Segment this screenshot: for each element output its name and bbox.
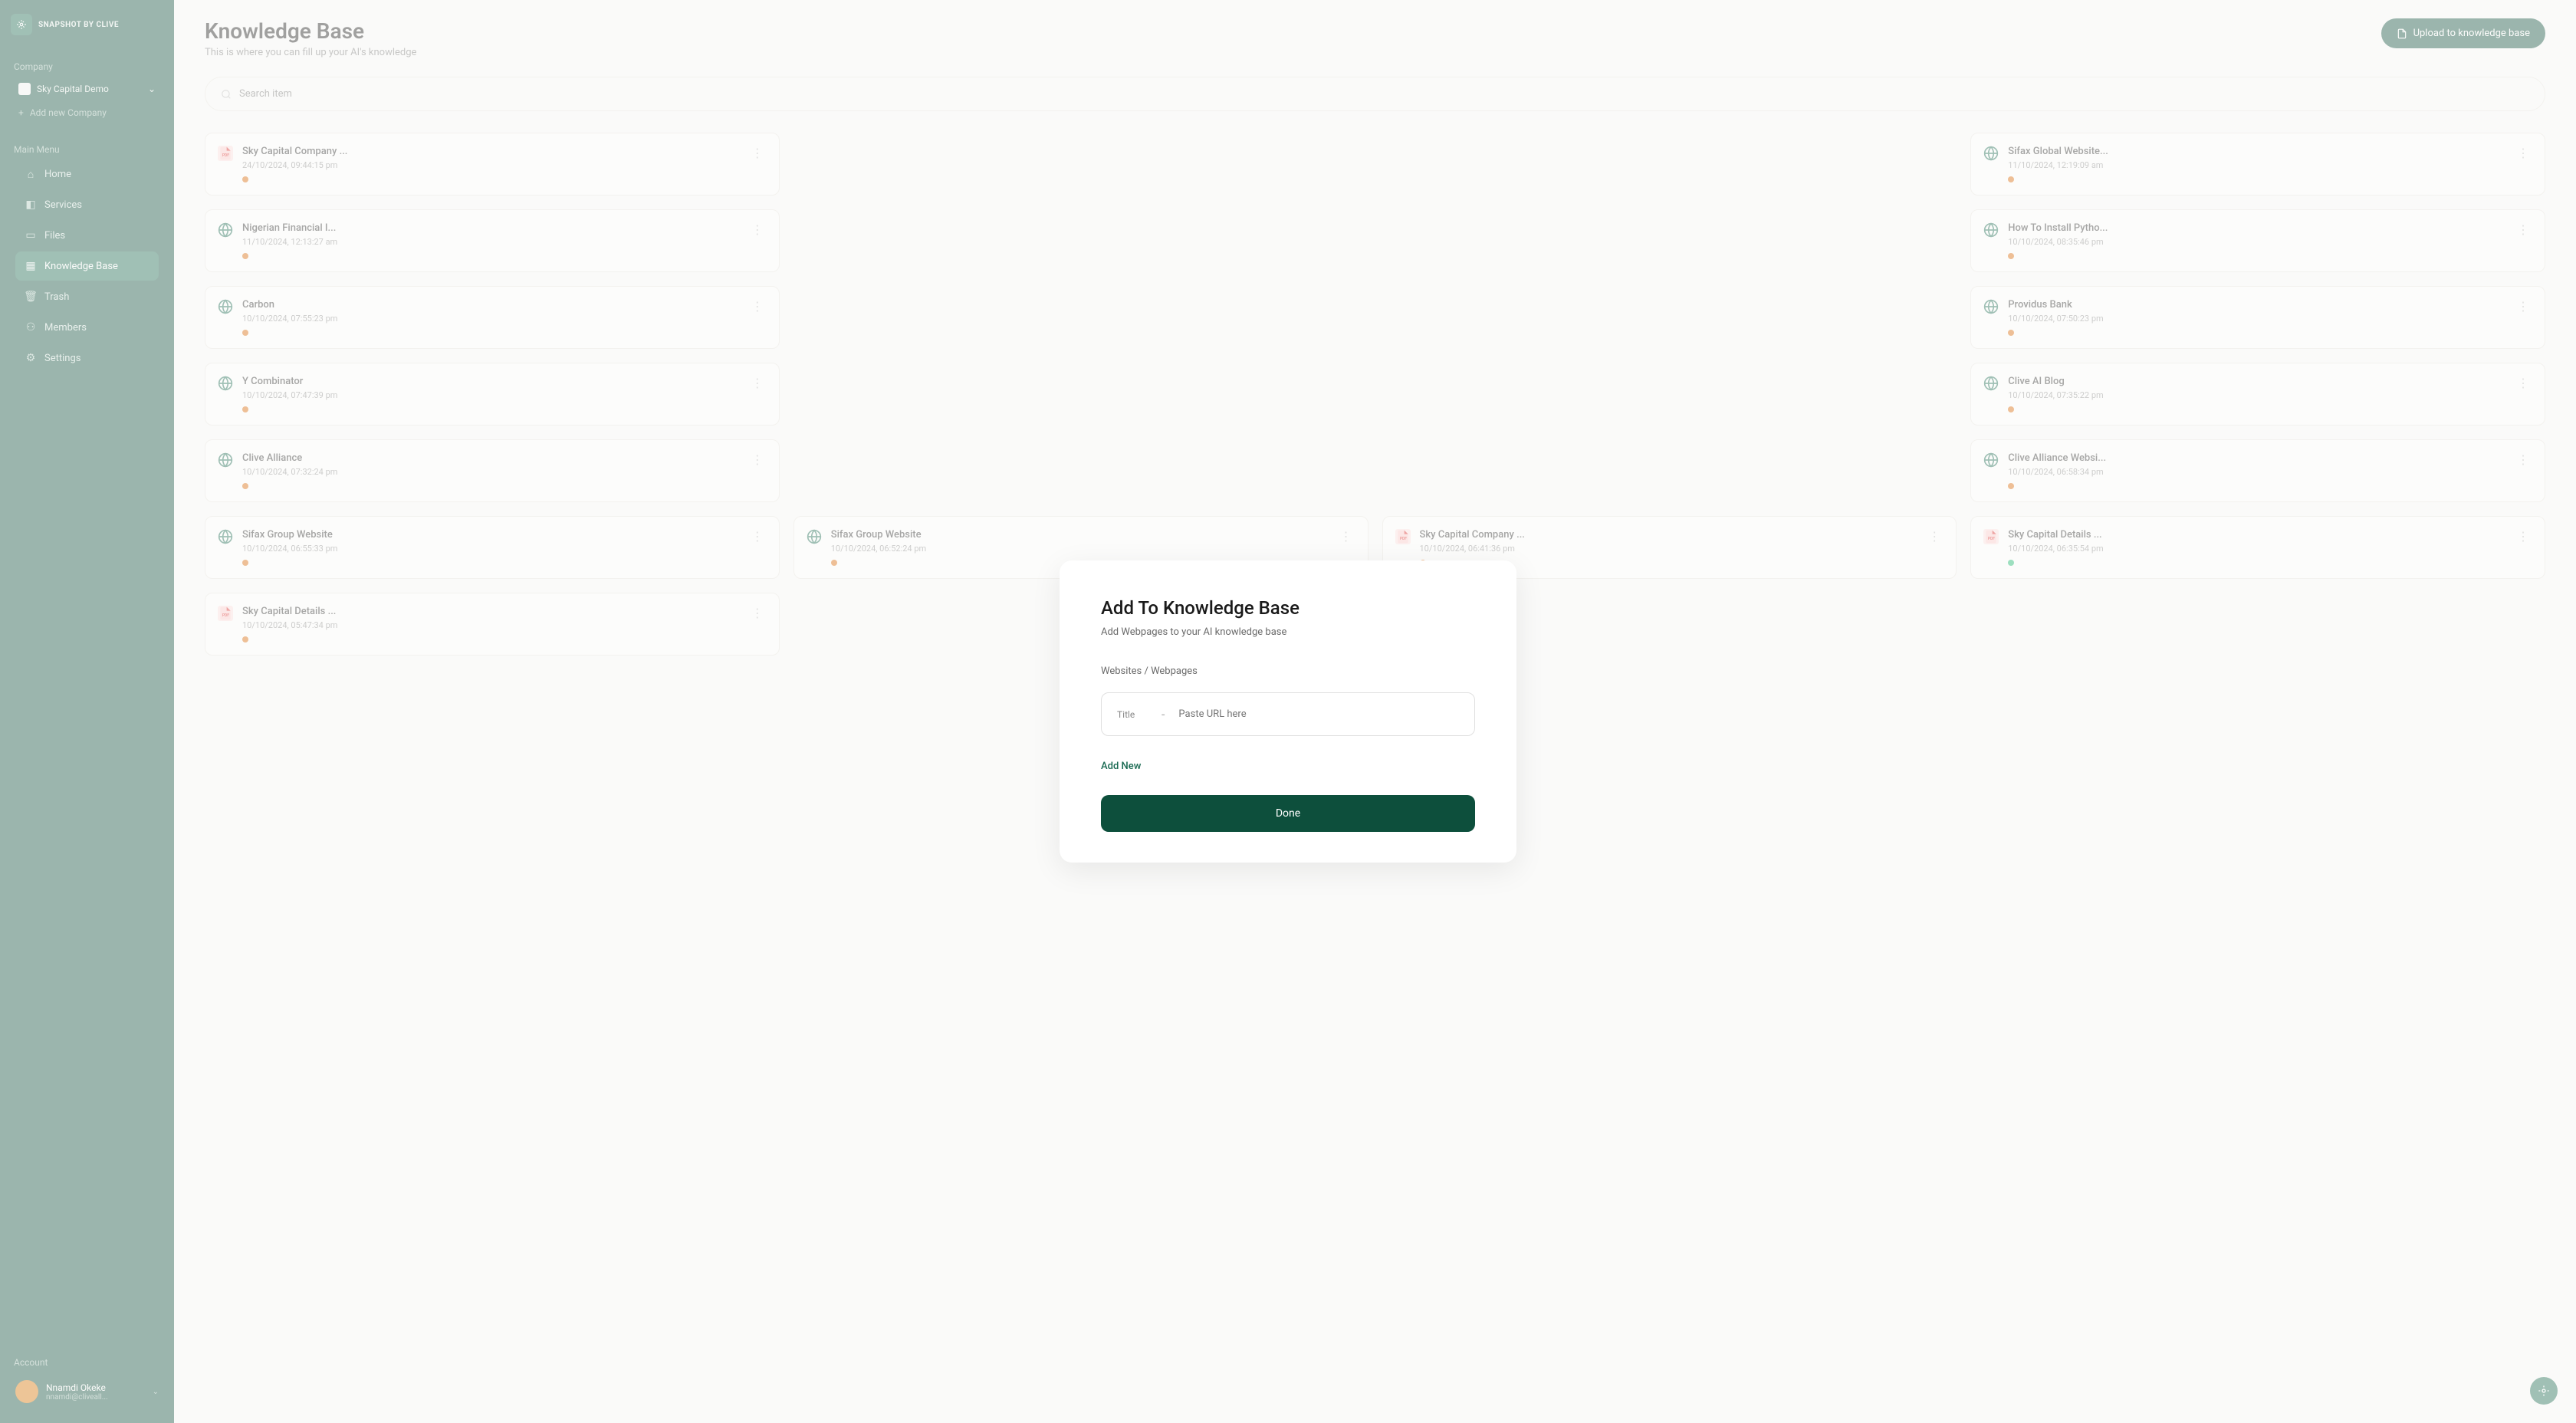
modal-overlay[interactable]: Add To Knowledge Base Add Webpages to yo… <box>0 0 2576 1423</box>
url-input-row: Title - <box>1101 692 1475 736</box>
url-input[interactable] <box>1178 708 1459 720</box>
modal-section-label: Websites / Webpages <box>1101 665 1475 677</box>
title-label: Title <box>1117 709 1148 720</box>
modal-subtitle: Add Webpages to your AI knowledge base <box>1101 626 1475 638</box>
separator: - <box>1162 707 1165 721</box>
done-button[interactable]: Done <box>1101 795 1475 832</box>
add-new-button[interactable]: Add New <box>1101 761 1141 772</box>
modal-title: Add To Knowledge Base <box>1101 597 1475 619</box>
add-knowledge-modal: Add To Knowledge Base Add Webpages to yo… <box>1060 560 1516 863</box>
